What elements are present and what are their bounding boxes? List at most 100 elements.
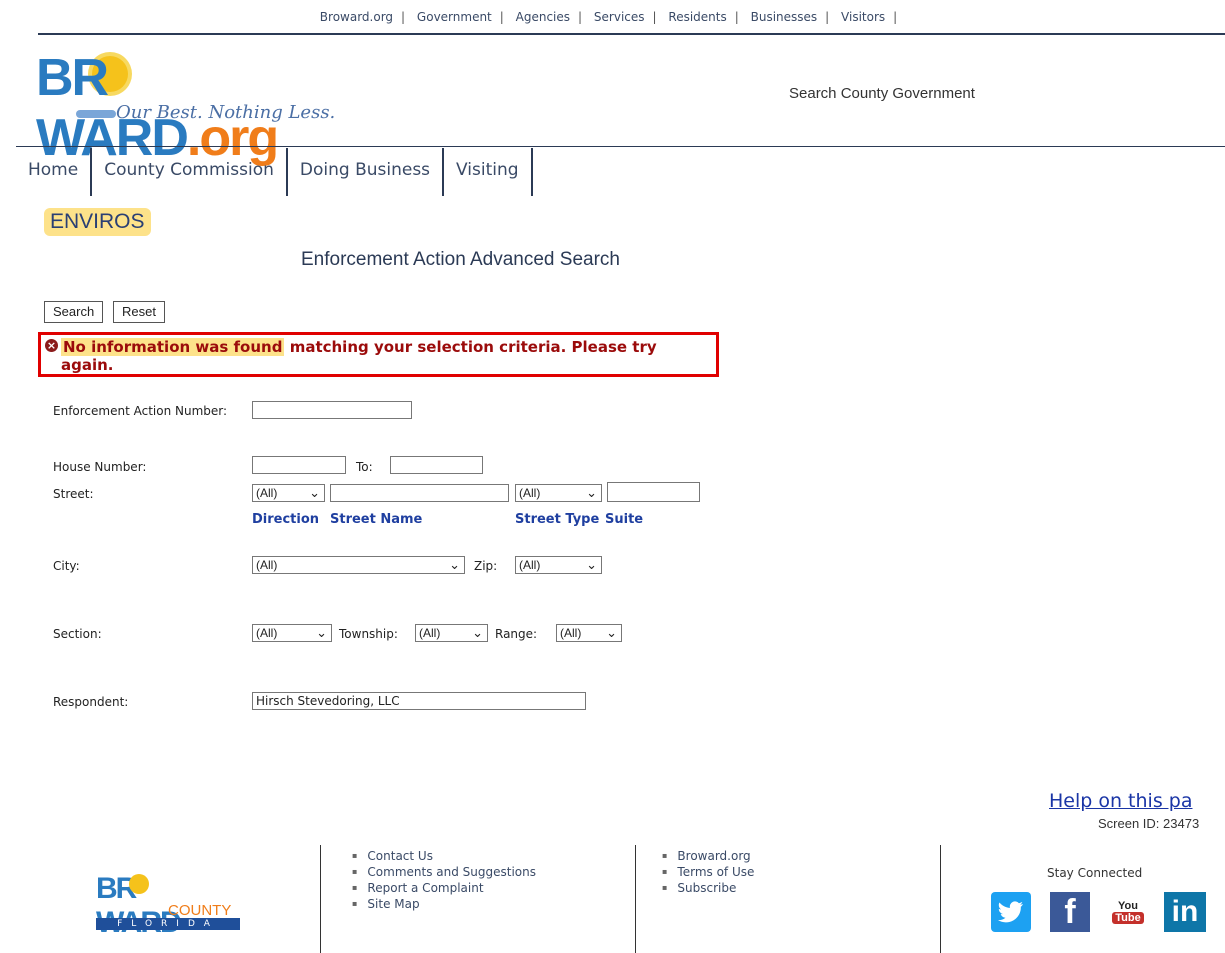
error-circle-icon: ×	[45, 339, 58, 352]
ea-number-label: Enforcement Action Number:	[53, 404, 228, 418]
township-label: Township:	[339, 627, 398, 641]
footer-logo-florida: FLORIDA	[96, 918, 240, 930]
top-links: Broward.org | Government | Agencies | Servi…	[0, 10, 1225, 24]
direction-select[interactable]: (All) ⌄	[252, 484, 325, 502]
zip-label: Zip:	[474, 559, 498, 573]
error-message-box: × No information was found matching your…	[38, 332, 719, 377]
twitter-icon[interactable]	[991, 892, 1031, 932]
footer-link-site-map[interactable]: Site Map	[352, 896, 536, 912]
street-type-value: (All)	[519, 486, 541, 500]
direction-caption: Direction	[252, 512, 320, 527]
ea-number-input[interactable]	[252, 401, 412, 419]
footer-link-terms[interactable]: Terms of Use	[662, 864, 754, 880]
top-link-businesses[interactable]: Businesses	[751, 10, 818, 24]
facebook-icon[interactable]: f	[1050, 892, 1090, 932]
nav-doing-business[interactable]: Doing Business	[288, 148, 445, 196]
footer-link-report-complaint[interactable]: Report a Complaint	[352, 880, 536, 896]
city-select[interactable]: (All) ⌄	[252, 556, 465, 574]
separator: |	[652, 10, 657, 24]
chevron-down-icon: ⌄	[449, 557, 460, 572]
chevron-down-icon: ⌄	[472, 625, 483, 640]
township-value: (All)	[419, 626, 441, 640]
footer-link-contact-us[interactable]: Contact Us	[352, 848, 536, 864]
zip-value: (All)	[519, 558, 541, 572]
separator: |	[734, 10, 739, 24]
zip-select[interactable]: (All) ⌄	[515, 556, 602, 574]
reset-button[interactable]: Reset	[113, 301, 165, 323]
street-name-caption: Street Name	[330, 512, 423, 527]
top-link-agencies[interactable]: Agencies	[516, 10, 570, 24]
house-number-label: House Number:	[53, 460, 147, 474]
footer-divider	[635, 845, 636, 953]
chevron-down-icon: ⌄	[606, 625, 617, 640]
chevron-down-icon: ⌄	[586, 557, 597, 572]
city-value: (All)	[256, 558, 278, 572]
footer-links-col2: Broward.org Terms of Use Subscribe	[662, 848, 754, 896]
house-number-from-input[interactable]	[252, 456, 346, 474]
top-link-visitors[interactable]: Visitors	[841, 10, 885, 24]
separator: |	[401, 10, 406, 24]
page-title: Enforcement Action Advanced Search	[301, 249, 620, 270]
stay-connected-label: Stay Connected	[1047, 866, 1143, 880]
broward-logo[interactable]: BRWARD.org Our Best. Nothing Less.	[36, 48, 356, 167]
to-label: To:	[356, 460, 373, 474]
error-message: No information was found matching your s…	[61, 338, 711, 374]
footer-divider	[320, 845, 321, 953]
top-link-broward[interactable]: Broward.org	[320, 10, 393, 24]
street-label: Street:	[53, 487, 94, 501]
error-highlight: No information was found	[61, 338, 285, 356]
footer-link-comments[interactable]: Comments and Suggestions	[352, 864, 536, 880]
separator: |	[578, 10, 583, 24]
footer-divider	[940, 845, 941, 953]
footer-links-col1: Contact Us Comments and Suggestions Repo…	[352, 848, 536, 912]
top-link-services[interactable]: Services	[594, 10, 645, 24]
linkedin-icon[interactable]: in	[1164, 892, 1206, 932]
top-link-government[interactable]: Government	[417, 10, 492, 24]
footer-broward-logo[interactable]: BRWARD COUNTY FLORIDA	[96, 872, 240, 939]
youtube-icon[interactable]: You Tube	[1108, 892, 1148, 932]
search-button[interactable]: Search	[44, 301, 104, 323]
street-type-select[interactable]: (All) ⌄	[515, 484, 602, 502]
range-label: Range:	[495, 627, 538, 641]
separator: |	[893, 10, 898, 24]
nav-visiting[interactable]: Visiting	[444, 148, 533, 196]
youtube-icon-top: You	[1118, 900, 1138, 912]
street-type-caption: Street Type	[515, 512, 600, 527]
help-link[interactable]: Help on this pa	[1049, 790, 1192, 812]
youtube-icon-bottom: Tube	[1112, 912, 1144, 924]
search-county-government-link[interactable]: Search County Government	[789, 85, 975, 102]
range-value: (All)	[560, 626, 582, 640]
respondent-input[interactable]: Hirsch Stevedoring, LLC	[252, 692, 586, 710]
section-badge: ENVIROS	[44, 208, 151, 236]
chevron-down-icon: ⌄	[316, 625, 327, 640]
section-select[interactable]: (All) ⌄	[252, 624, 332, 642]
city-label: City:	[53, 559, 80, 573]
twitter-bird-icon	[998, 901, 1023, 923]
footer-link-broward[interactable]: Broward.org	[662, 848, 754, 864]
nav-rule	[16, 146, 1225, 147]
section-value: (All)	[256, 626, 278, 640]
township-select[interactable]: (All) ⌄	[415, 624, 488, 642]
nav-county-commission[interactable]: County Commission	[92, 148, 288, 196]
footer-link-subscribe[interactable]: Subscribe	[662, 880, 754, 896]
range-select[interactable]: (All) ⌄	[556, 624, 622, 642]
street-name-input[interactable]	[330, 484, 509, 502]
footer-logo-county: COUNTY	[168, 902, 232, 919]
nav-home[interactable]: Home	[16, 148, 93, 196]
suite-caption: Suite	[605, 512, 644, 527]
house-number-to-input[interactable]	[390, 456, 483, 474]
chevron-down-icon: ⌄	[586, 485, 597, 500]
section-label: Section:	[53, 627, 102, 641]
separator: |	[499, 10, 504, 24]
top-link-residents[interactable]: Residents	[668, 10, 726, 24]
logo-tagline: Our Best. Nothing Less.	[116, 102, 336, 123]
sun-icon	[129, 874, 149, 894]
suite-input[interactable]	[607, 482, 700, 502]
direction-value: (All)	[256, 486, 278, 500]
main-nav: Home County Commission Doing Business Vi…	[16, 148, 533, 196]
separator: |	[825, 10, 830, 24]
header-rule	[38, 33, 1225, 35]
chevron-down-icon: ⌄	[309, 485, 320, 500]
screen-id: Screen ID: 23473	[1098, 816, 1200, 831]
wave-icon	[76, 110, 116, 118]
